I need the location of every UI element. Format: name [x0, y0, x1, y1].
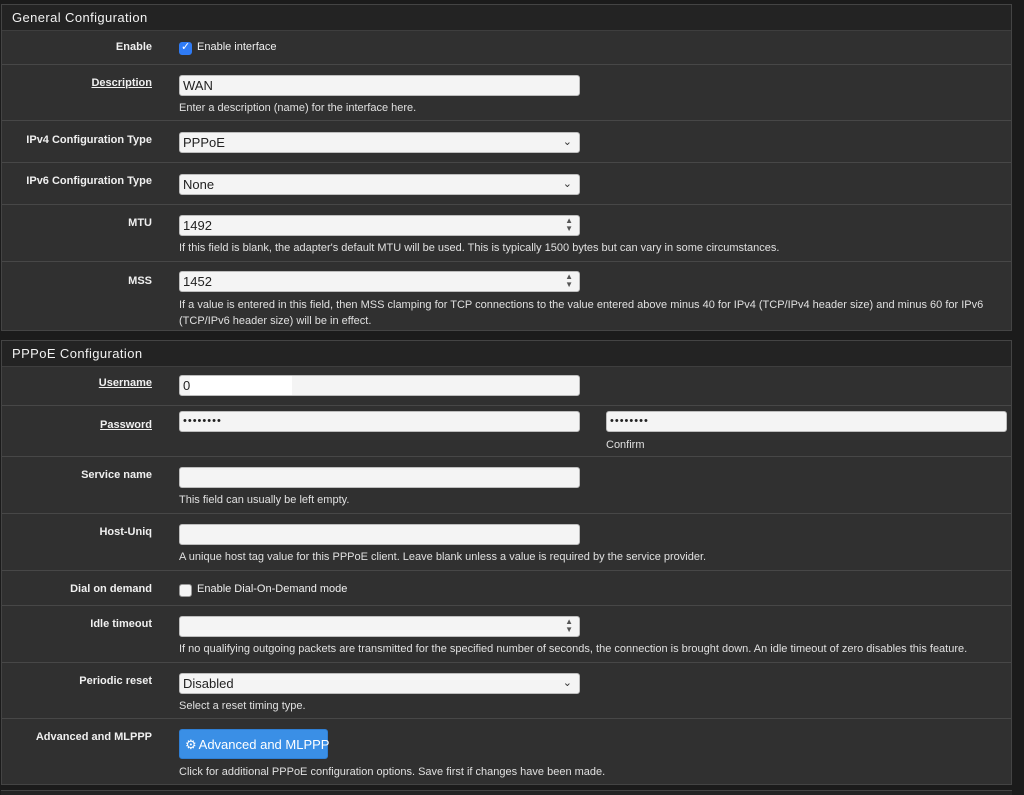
periodic-reset-help: Select a reset timing type.	[179, 700, 306, 712]
next-panel-edge	[1, 790, 1012, 795]
check-icon: ✓	[181, 41, 191, 53]
password-label: Password	[100, 419, 152, 431]
mss-input[interactable]: 1452 ▲ ▼	[179, 271, 580, 292]
ipv6-type-label: IPv6 Configuration Type	[26, 175, 152, 187]
host-uniq-row: Host-Uniq A unique host tag value for th…	[2, 514, 1011, 571]
redaction-block	[190, 376, 292, 395]
spinner-icon[interactable]: ▲ ▼	[565, 273, 573, 289]
general-configuration-heading: General Configuration	[2, 5, 1011, 31]
host-uniq-input[interactable]	[179, 524, 580, 545]
periodic-reset-row: Periodic reset Disabled ⌄ Select a reset…	[2, 663, 1011, 719]
spinner-icon[interactable]: ▲ ▼	[565, 618, 573, 634]
dial-on-demand-checkbox-label: Enable Dial-On-Demand mode	[197, 583, 348, 595]
ipv4-type-select[interactable]: PPPoE ⌄	[179, 132, 580, 153]
host-uniq-label: Host-Uniq	[99, 526, 152, 538]
pppoe-configuration-heading: PPPoE Configuration	[2, 341, 1011, 367]
spinner-icon[interactable]: ▲ ▼	[565, 217, 573, 233]
gear-icon: ⚙	[185, 737, 197, 752]
mss-row: MSS 1452 ▲ ▼ If a value is entered in thi…	[2, 262, 1011, 333]
password-confirm-label: Confirm	[606, 439, 645, 451]
description-row: Description WAN Enter a description (nam…	[2, 65, 1011, 121]
description-help: Enter a description (name) for the inter…	[179, 102, 417, 114]
username-row: Username 02	[2, 367, 1011, 406]
password-row: Password •••••••• •••••••• Confirm	[2, 406, 1011, 457]
mss-help-line-1: If a value is entered in this field, the…	[179, 299, 984, 311]
mtu-row: MTU 1492 ▲ ▼ If this field is blank, the …	[2, 205, 1011, 262]
dial-on-demand-label: Dial on demand	[70, 583, 152, 595]
ipv4-type-row: IPv4 Configuration Type PPPoE ⌄	[2, 121, 1011, 163]
ipv6-type-value: None	[183, 177, 215, 192]
periodic-reset-select[interactable]: Disabled ⌄	[179, 673, 580, 694]
mss-value: 1452	[183, 274, 212, 289]
advanced-mlppp-help: Click for additional PPPoE configuration…	[179, 766, 606, 778]
service-name-help: This field can usually be left empty.	[179, 494, 350, 506]
username-input[interactable]: 02	[179, 375, 580, 396]
general-configuration-panel: General Configuration Enable ✓ Enable in…	[1, 4, 1012, 331]
mtu-input[interactable]: 1492 ▲ ▼	[179, 215, 580, 236]
ipv4-type-value: PPPoE	[183, 135, 225, 150]
dial-on-demand-row: Dial on demand Enable Dial-On-Demand mod…	[2, 571, 1011, 606]
idle-timeout-row: Idle timeout ▲ ▼ If no qualifying outgoin…	[2, 606, 1011, 663]
mtu-value: 1492	[183, 218, 212, 233]
ipv6-type-select[interactable]: None ⌄	[179, 174, 580, 195]
description-input[interactable]: WAN	[179, 75, 580, 96]
idle-timeout-label: Idle timeout	[90, 618, 152, 630]
chevron-down-icon: ⌄	[562, 178, 572, 190]
periodic-reset-label: Periodic reset	[79, 675, 152, 687]
description-label: Description	[91, 77, 152, 89]
idle-timeout-input[interactable]: ▲ ▼	[179, 616, 580, 637]
mss-label: MSS	[128, 275, 152, 287]
chevron-down-icon: ⌄	[562, 677, 572, 689]
chevron-down-icon: ⌄	[562, 136, 572, 148]
service-name-input[interactable]	[179, 467, 580, 488]
advanced-mlppp-label: Advanced and MLPPP	[35, 731, 152, 743]
password-confirm-input[interactable]: ••••••••	[606, 411, 1007, 432]
service-name-row: Service name This field can usually be l…	[2, 457, 1011, 514]
enable-label: Enable	[115, 41, 152, 53]
ipv6-type-row: IPv6 Configuration Type None ⌄	[2, 163, 1011, 205]
enable-row: Enable ✓ Enable interface	[2, 31, 1011, 65]
advanced-mlppp-button[interactable]: ⚙ Advanced and MLPPP	[179, 729, 330, 759]
idle-timeout-help: If no qualifying outgoing packets are tr…	[179, 643, 968, 655]
periodic-reset-value: Disabled	[183, 676, 234, 691]
ipv4-type-label: IPv4 Configuration Type	[26, 134, 152, 146]
advanced-mlppp-button-label: Advanced and MLPPP	[198, 737, 330, 752]
enable-interface-checkbox[interactable]: ✓	[179, 41, 192, 55]
advanced-mlppp-row: Advanced and MLPPP ⚙ Advanced and MLPPP C…	[2, 719, 1011, 785]
host-uniq-help: A unique host tag value for this PPPoE c…	[179, 551, 707, 563]
enable-interface-label: Enable interface	[197, 41, 277, 53]
dial-on-demand-checkbox[interactable]	[179, 584, 192, 597]
service-name-label: Service name	[81, 469, 152, 481]
password-input[interactable]: ••••••••	[179, 411, 580, 432]
username-label: Username	[98, 377, 152, 389]
mss-help-line-2: (TCP/IPv6 header size) will be in effect…	[179, 315, 372, 327]
pppoe-configuration-panel: PPPoE Configuration Username 02 Password…	[1, 340, 1012, 785]
mtu-help: If this field is blank, the adapter's de…	[179, 242, 780, 254]
mtu-label: MTU	[128, 217, 152, 229]
